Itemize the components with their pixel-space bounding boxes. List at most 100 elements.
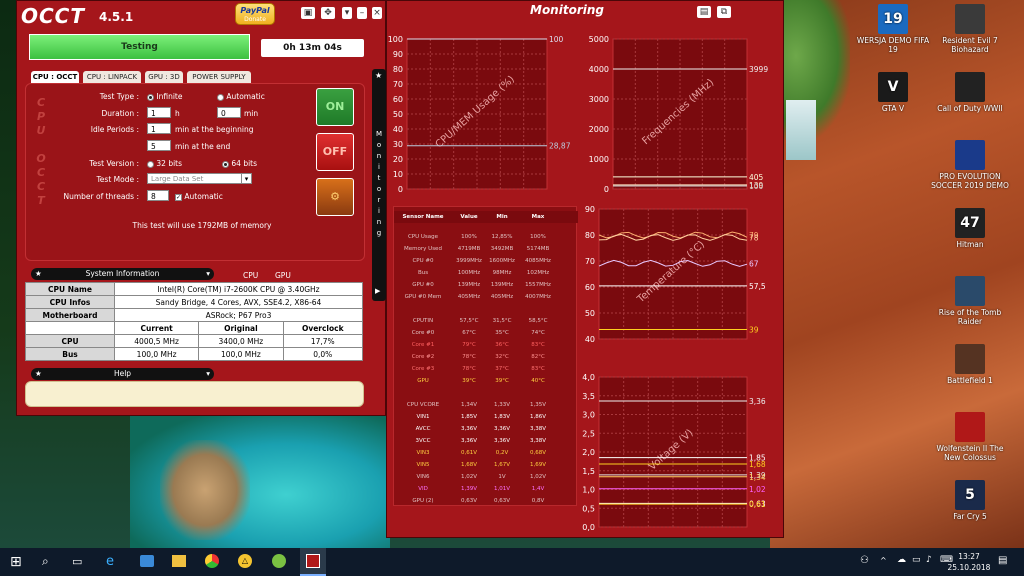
tab-cpu-occt[interactable]: CPU : OCCT	[31, 71, 79, 83]
test-mode-select[interactable]: Large Data Set	[147, 173, 252, 184]
duration-hours-input[interactable]: 1	[147, 107, 171, 118]
vertical-cpu-occt-label: CPU OCCT	[35, 96, 47, 208]
network-icon[interactable]: ▭	[912, 555, 921, 565]
version-32-radio[interactable]: 32 bits	[147, 159, 182, 168]
sensor-cell: 0,63V	[460, 498, 477, 504]
sysinfo-gpu-tab[interactable]: GPU	[275, 271, 291, 280]
series-end-label: 3,36	[749, 397, 766, 406]
hours-unit: h	[175, 109, 180, 118]
sensor-row: CPU #0 3999MHz 1600MHz 4085MHz	[394, 255, 578, 267]
desktop-icon[interactable]: 19 WERSJA DEMO FIFA 19	[853, 4, 933, 54]
testing-status-button[interactable]: Testing	[29, 34, 250, 60]
sensor-cell: Core #1	[411, 342, 435, 348]
monitoring-side-strip[interactable]: ★ Monitoring ▶	[372, 69, 386, 301]
tab-gpu-3d[interactable]: GPU : 3D	[145, 71, 183, 83]
desktop-icon-label: Wolfenstein II The New Colossus	[936, 444, 1004, 462]
minimize-icon[interactable]: –	[357, 7, 367, 19]
search-icon[interactable]: ⌕	[42, 554, 49, 569]
strip-letter: i	[378, 207, 380, 215]
tab-power-supply[interactable]: POWER SUPPLY	[187, 71, 251, 83]
sensor-cell: 3999MHz	[456, 258, 482, 264]
app-version: 4.5.1	[99, 10, 134, 24]
chrome-icon[interactable]	[205, 554, 219, 568]
test-type-infinite-radio[interactable]: Infinite	[147, 92, 182, 101]
tray-up-icon[interactable]: ^	[880, 556, 887, 565]
desktop-icon[interactable]: Resident Evil 7 Biohazard	[930, 4, 1010, 54]
sysinfo-header[interactable]: ★ System Information ▾	[31, 268, 214, 280]
desktop-icon[interactable]: PRO EVOLUTION SOCCER 2019 DEMO	[930, 140, 1010, 190]
desktop-icon[interactable]: 5 Far Cry 5	[930, 480, 1010, 521]
desktop-icon-label: Call of Duty WWII	[937, 104, 1003, 113]
sensor-row: VIN5 1,68V 1,67V 1,69V	[394, 459, 578, 471]
off-button[interactable]: OFF	[316, 133, 354, 171]
sensor-cell: 0,8V	[531, 498, 545, 504]
screenshot-icon[interactable]: ▣	[301, 7, 315, 19]
clock-time[interactable]: 13:27	[945, 552, 993, 561]
sensor-row: Core #1 79°C 36°C 83°C	[394, 339, 578, 351]
desktop-icon[interactable]: Call of Duty WWII	[930, 72, 1010, 113]
move-icon[interactable]: ✥	[321, 7, 335, 19]
y-tick-label: 60	[585, 283, 595, 292]
task-view-icon[interactable]: ▭	[72, 555, 82, 568]
idle-end-input[interactable]: 5	[147, 140, 171, 151]
sensor-cell: 0,2V	[495, 450, 509, 456]
desktop-icon[interactable]: V GTA V	[853, 72, 933, 113]
paypal-donate-button[interactable]: PayPal Donate	[235, 3, 275, 25]
sensor-row: Core #3 78°C 37°C 83°C	[394, 363, 578, 375]
edge-icon[interactable]: e	[106, 554, 122, 570]
threads-automatic-checkbox[interactable]: ✓ Automatic	[175, 192, 223, 201]
series-end-label: 78	[749, 233, 759, 242]
threads-input[interactable]: 8	[147, 190, 169, 201]
sensor-row: Bus 100MHz 98MHz 102MHz	[394, 267, 578, 279]
windows-start-icon[interactable]: ⊞	[10, 554, 22, 570]
sensor-cell: 1557MHz	[525, 282, 551, 288]
sensor-cell: 1,02V	[460, 474, 477, 480]
settings-gear-button[interactable]: ⚙	[316, 178, 354, 216]
desktop-icon[interactable]: Battlefield 1	[930, 344, 1010, 385]
duration-label: Duration :	[101, 109, 140, 118]
utorrent-icon[interactable]	[272, 554, 286, 568]
on-button[interactable]: ON	[316, 88, 354, 126]
test-type-automatic-radio[interactable]: Automatic	[217, 92, 265, 101]
sensor-cell: 74°C	[531, 330, 545, 336]
desktop-icon[interactable]: Rise of the Tomb Raider	[930, 276, 1010, 326]
sensor-row: 3VCC 3,36V 3,36V 3,38V	[394, 435, 578, 447]
cloud-icon[interactable]: ☁	[897, 555, 906, 565]
y-tick-label: 30	[393, 140, 403, 149]
desktop-icon-label: Battlefield 1	[947, 376, 993, 385]
notifications-icon[interactable]: ▤	[998, 555, 1007, 566]
idle-end-text: min at the end	[175, 142, 231, 151]
avast-icon[interactable]: △	[238, 554, 252, 568]
sensor-cell: CPUTIN	[412, 318, 434, 324]
version-64-radio[interactable]: 64 bits	[222, 159, 257, 168]
desktop-icon[interactable]: Wolfenstein II The New Colossus	[930, 412, 1010, 462]
idle-begin-input[interactable]: 1	[147, 123, 171, 134]
chevron-down-icon[interactable]: ▾	[241, 173, 252, 184]
file-explorer-icon[interactable]	[172, 555, 186, 567]
clock-date[interactable]: 25.10.2018	[945, 563, 993, 572]
y-tick-label: 1000	[589, 155, 609, 164]
sensor-row: CPUTIN 57,5°C 31,5°C 58,5°C	[394, 315, 578, 327]
duration-minutes-input[interactable]: 0	[217, 107, 241, 118]
series-end-label: 0,61	[749, 500, 766, 509]
sensor-row: AVCC 3,36V 3,36V 3,38V	[394, 423, 578, 435]
sensor-row: Memory Used 4719MB 3492MB 5174MB	[394, 243, 578, 255]
sensor-row: VIN3 0,61V 0,2V 0,68V	[394, 447, 578, 459]
monitoring-window: Monitoring ▤ ⧉ 100 90 80 70 60 50 40 30 20 10 0 CPU…	[386, 0, 784, 538]
tab-cpu-linpack[interactable]: CPU : LINPACK	[83, 71, 141, 83]
sysinfo-value: Sandy Bridge, 4 Cores, AVX, SSE4.2, X86-…	[114, 295, 363, 309]
sensor-cell: 83°C	[531, 366, 545, 372]
sysinfo-cpu-tab[interactable]: CPU	[243, 271, 258, 280]
help-text-area	[25, 381, 364, 407]
collapse-icon: ▾	[206, 269, 210, 278]
desktop-icon[interactable]: 47 Hitman	[930, 208, 1010, 249]
occt-taskbar-item[interactable]	[300, 548, 326, 576]
volume-icon[interactable]: ♪	[926, 555, 932, 565]
help-header[interactable]: ★ Help ▾	[31, 368, 214, 380]
store-icon[interactable]	[140, 555, 154, 567]
series-end-label: 3999	[749, 65, 768, 74]
close-icon[interactable]: ×	[372, 7, 382, 19]
people-icon[interactable]: ⚇	[860, 555, 869, 566]
dropdown-icon[interactable]: ▾	[342, 7, 352, 19]
sensor-cell: AVCC	[415, 426, 431, 432]
